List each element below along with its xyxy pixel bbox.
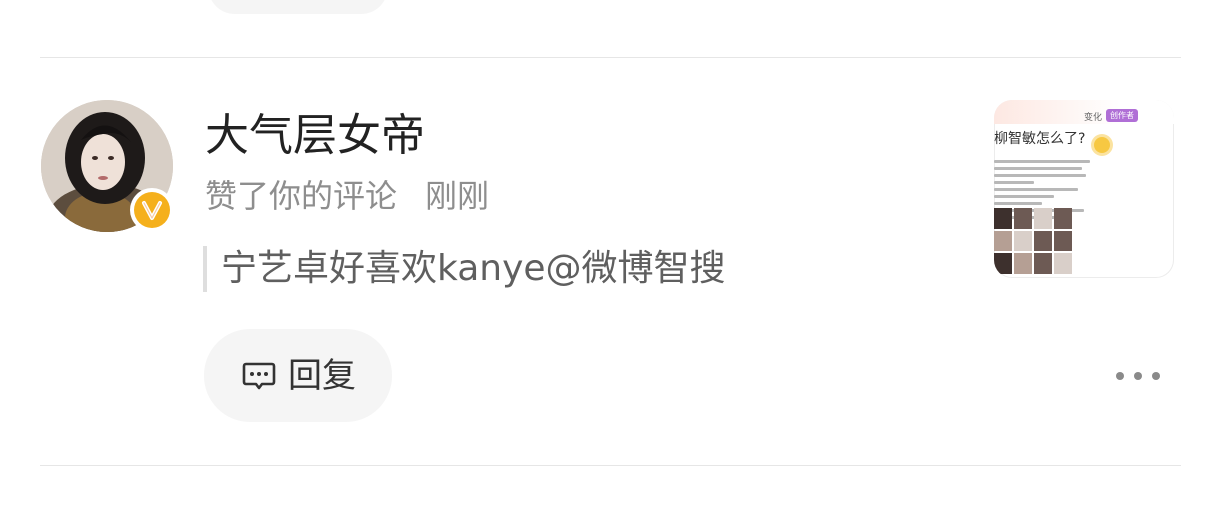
thumbnail-tag: 变化 bbox=[1084, 113, 1103, 123]
verified-v-icon bbox=[134, 192, 170, 228]
thumbnail-title: 柳智敏怎么了? bbox=[994, 131, 1086, 147]
action-text: 赞了你的评论 bbox=[205, 177, 398, 215]
more-dots-icon[interactable] bbox=[1116, 366, 1160, 386]
previous-reply-button[interactable] bbox=[208, 0, 388, 14]
dot bbox=[1116, 372, 1124, 380]
divider bbox=[40, 465, 1181, 466]
divider bbox=[40, 57, 1181, 58]
thumbnail-tag-badge: 创作者 bbox=[1106, 109, 1138, 122]
notification-page: 大气层女帝 赞了你的评论 刚刚 宁艺卓好喜欢kanye@微博智搜 回复 变化 创作… bbox=[0, 0, 1216, 506]
dot bbox=[1134, 372, 1142, 380]
verified-badge bbox=[130, 188, 174, 232]
timestamp: 刚刚 bbox=[425, 177, 490, 215]
username[interactable]: 大气层女帝 bbox=[205, 110, 425, 162]
reply-label: 回复 bbox=[288, 355, 356, 396]
comment-bubble-icon bbox=[242, 362, 276, 389]
reply-button[interactable]: 回复 bbox=[204, 329, 392, 422]
quoted-comment[interactable]: 宁艺卓好喜欢kanye@微博智搜 bbox=[203, 246, 726, 292]
sun-emoji-icon bbox=[1094, 137, 1110, 153]
dot bbox=[1152, 372, 1160, 380]
action-line: 赞了你的评论 刚刚 bbox=[205, 176, 489, 216]
post-thumbnail[interactable]: 变化 创作者 柳智敏怎么了? bbox=[994, 100, 1174, 278]
thumbnail-photo-grid bbox=[994, 208, 1072, 274]
